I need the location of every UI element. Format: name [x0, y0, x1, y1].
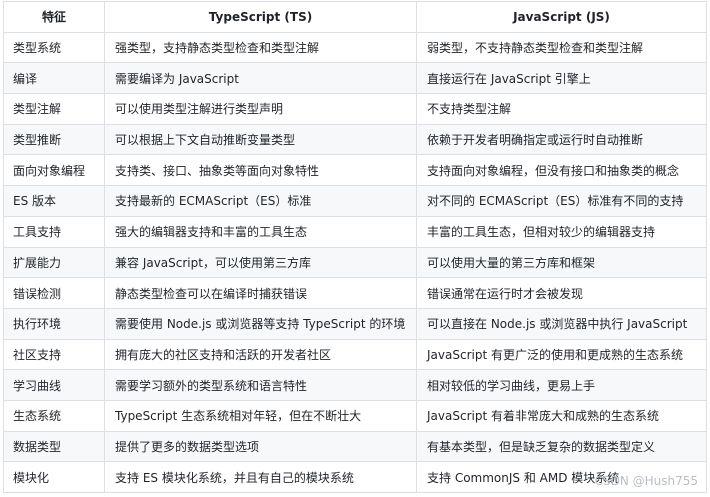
comparison-table: 特征 TypeScript (TS) JavaScript (JS) 类型系统强… — [3, 1, 707, 493]
table-row: 执行环境 需要使用 Node.js 或浏览器等支持 TypeScript 的环境可… — [3, 307, 707, 340]
cell-javascript: 可以使用大量的第三方库和框架 — [416, 246, 707, 279]
cell-javascript: 错误通常在运行时才会被发现 — [416, 277, 707, 309]
cell-typescript: 兼容 JavaScript，可以使用第三方库 — [104, 246, 417, 279]
table-row: 工具支持 强大的编辑器支持和丰富的工具生态 丰富的工具生态，但相对较少的编辑器支持 — [3, 215, 707, 248]
cell-feature: 工具支持 — [3, 215, 105, 248]
cell-feature: 类型推断 — [3, 123, 105, 156]
cell-javascript: 有基本类型，但是缺乏复杂的数据类型定义 — [416, 430, 707, 463]
header-typescript: TypeScript (TS) — [104, 1, 417, 33]
table-row: 编译 需要编译为 JavaScript 直接运行在 JavaScript 引擎上 — [3, 62, 707, 95]
cell-feature: 类型系统 — [3, 31, 105, 64]
table-body: 类型系统 强类型，支持静态类型检查和类型注解 弱类型，不支持静态类型检查和类型注解编… — [3, 31, 707, 493]
cell-typescript: 提供了更多的数据类型选项 — [104, 430, 417, 463]
cell-feature: 编译 — [3, 62, 105, 95]
table-row: 数据类型 提供了更多的数据类型选项 有基本类型，但是缺乏复杂的数据类型定义 — [3, 430, 707, 463]
cell-feature: 执行环境 — [3, 307, 105, 340]
header-feature: 特征 — [3, 1, 105, 33]
cell-feature: 生态系统 — [3, 399, 105, 432]
table-row: 类型注解 可以使用类型注解进行类型声明 不支持类型注解 — [3, 93, 707, 125]
cell-typescript: 需要编译为 JavaScript — [104, 62, 417, 95]
header-javascript: JavaScript (JS) — [416, 1, 707, 33]
table-row: 面向对象编程 支持类、接口、抽象类等面向对象特性 支持面向对象编程，但没有接口和抽象… — [3, 154, 707, 187]
cell-javascript: 不支持类型注解 — [416, 93, 707, 125]
cell-typescript: 可以根据上下文自动推断变量类型 — [104, 123, 417, 156]
cell-typescript: 强大的编辑器支持和丰富的工具生态 — [104, 215, 417, 248]
cell-feature: 数据类型 — [3, 430, 105, 463]
cell-feature: 类型注解 — [3, 93, 105, 125]
table-row: 社区支持 拥有庞大的社区支持和活跃的开发者社区 JavaScript 有更广泛的使用… — [3, 338, 707, 371]
watermark: CSDN @Hush755 — [594, 474, 698, 488]
cell-feature: ES 版本 — [3, 185, 105, 217]
cell-javascript: 丰富的工具生态，但相对较少的编辑器支持 — [416, 215, 707, 248]
table-row: 错误检测 静态类型检查可以在编译时捕获错误 错误通常在运行时才会被发现 — [3, 277, 707, 309]
cell-typescript: 需要使用 Node.js 或浏览器等支持 TypeScript 的环境 — [104, 307, 417, 340]
cell-typescript: 需要学习额外的类型系统和语言特性 — [104, 369, 417, 401]
table-row: 类型推断 可以根据上下文自动推断变量类型 依赖于开发者明确指定或运行时自动推断 — [3, 123, 707, 156]
cell-typescript: 支持 ES 模块化系统，并且有自己的模块系统 — [104, 461, 417, 493]
cell-typescript: 强类型，支持静态类型检查和类型注解 — [104, 31, 417, 64]
cell-javascript: 依赖于开发者明确指定或运行时自动推断 — [416, 123, 707, 156]
cell-javascript: JavaScript 有更广泛的使用和更成熟的生态系统 — [416, 338, 707, 371]
cell-typescript: 静态类型检查可以在编译时捕获错误 — [104, 277, 417, 309]
cell-typescript: TypeScript 生态系统相对年轻，但在不断壮大 — [104, 399, 417, 432]
cell-javascript: 对不同的 ECMAScript（ES）标准有不同的支持 — [416, 185, 707, 217]
cell-javascript: 直接运行在 JavaScript 引擎上 — [416, 62, 707, 95]
cell-javascript: 支持面向对象编程，但没有接口和抽象类的概念 — [416, 154, 707, 187]
cell-typescript: 拥有庞大的社区支持和活跃的开发者社区 — [104, 338, 417, 371]
cell-feature: 模块化 — [3, 461, 105, 493]
table-row: 扩展能力 兼容 JavaScript，可以使用第三方库 可以使用大量的第三方库和框架 — [3, 246, 707, 279]
cell-typescript: 可以使用类型注解进行类型声明 — [104, 93, 417, 125]
cell-javascript: 弱类型，不支持静态类型检查和类型注解 — [416, 31, 707, 64]
table-row: ES 版本 支持最新的 ECMAScript（ES）标准 对不同的 ECMAScri… — [3, 185, 707, 217]
cell-feature: 面向对象编程 — [3, 154, 105, 187]
cell-javascript: 可以直接在 Node.js 或浏览器中执行 JavaScript — [416, 307, 707, 340]
cell-typescript: 支持类、接口、抽象类等面向对象特性 — [104, 154, 417, 187]
header-row: 特征 TypeScript (TS) JavaScript (JS) — [3, 1, 707, 33]
table-row: 类型系统 强类型，支持静态类型检查和类型注解 弱类型，不支持静态类型检查和类型注解 — [3, 31, 707, 64]
cell-javascript: JavaScript 有着非常庞大和成熟的生态系统 — [416, 399, 707, 432]
table-row: 生态系统 TypeScript 生态系统相对年轻，但在不断壮大 JavaScript… — [3, 399, 707, 432]
table-row: 学习曲线 需要学习额外的类型系统和语言特性 相对较低的学习曲线，更易上手 — [3, 369, 707, 401]
cell-feature: 错误检测 — [3, 277, 105, 309]
cell-feature: 社区支持 — [3, 338, 105, 371]
cell-typescript: 支持最新的 ECMAScript（ES）标准 — [104, 185, 417, 217]
cell-feature: 扩展能力 — [3, 246, 105, 279]
cell-feature: 学习曲线 — [3, 369, 105, 401]
cell-javascript: 相对较低的学习曲线，更易上手 — [416, 369, 707, 401]
